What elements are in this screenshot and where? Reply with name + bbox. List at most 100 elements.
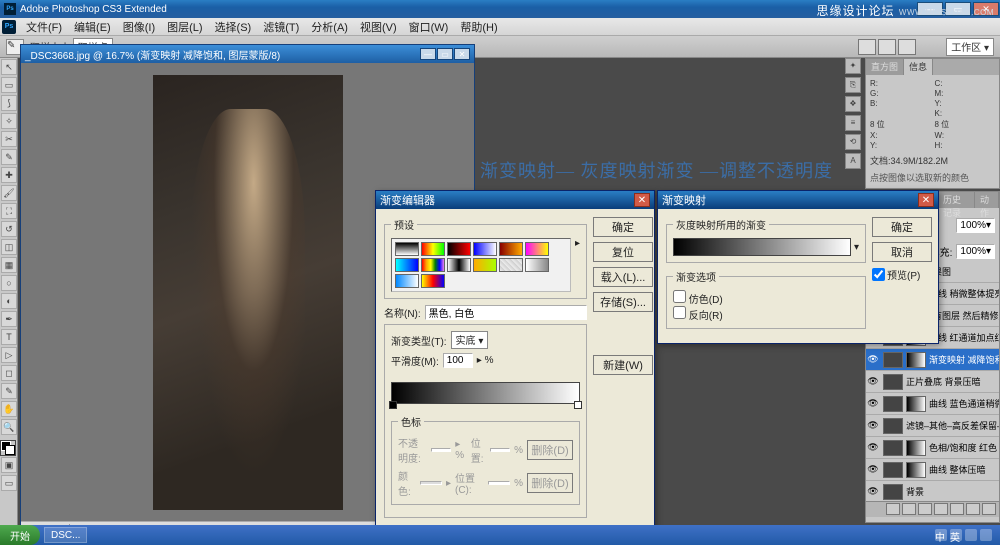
brush-tool[interactable]: 🖌	[1, 185, 17, 201]
fill-input[interactable]: 100%▾	[956, 244, 995, 259]
tab-info[interactable]: 信息	[904, 59, 933, 75]
gradient-map-close[interactable]: ✕	[918, 193, 934, 207]
menu-file[interactable]: 文件(F)	[20, 19, 68, 35]
menu-window[interactable]: 窗口(W)	[403, 19, 455, 35]
stop-white[interactable]	[574, 401, 582, 409]
stop-black[interactable]	[389, 401, 397, 409]
smoothness-input[interactable]	[443, 353, 473, 368]
menu-filter[interactable]: 滤镜(T)	[257, 19, 305, 35]
screen-mode-c[interactable]	[898, 39, 916, 55]
visibility-icon[interactable]: 👁	[866, 376, 880, 387]
ge-new-button[interactable]: 新建(W)	[593, 355, 653, 375]
zoom-tool[interactable]: 🔍	[1, 419, 17, 435]
heal-tool[interactable]: ✚	[1, 167, 17, 183]
move-tool[interactable]: ↖	[1, 59, 17, 75]
layer-row[interactable]: 👁渐变映射 减降饱和	[866, 349, 999, 371]
visibility-icon[interactable]: 👁	[866, 464, 880, 475]
layer-row[interactable]: 👁背景	[866, 481, 999, 501]
colors-icon[interactable]: ⎘	[845, 77, 861, 93]
screen-mode-b[interactable]	[878, 39, 896, 55]
dither-checkbox[interactable]: 仿色(D)	[673, 290, 859, 306]
gradient-tool[interactable]: ▦	[1, 257, 17, 273]
gradient-presets[interactable]	[391, 238, 571, 292]
preview-checkbox[interactable]: 预览(P)	[872, 267, 930, 282]
trash-icon[interactable]	[982, 503, 996, 515]
tray-icon-2[interactable]	[980, 529, 992, 541]
gradient-ramp[interactable]	[391, 382, 580, 404]
gradient-map-titlebar[interactable]: 渐变映射 ✕	[658, 191, 938, 209]
menu-edit[interactable]: 编辑(E)	[68, 19, 117, 35]
gm-ok-button[interactable]: 确定	[872, 217, 932, 237]
hand-tool[interactable]: ✋	[1, 401, 17, 417]
visibility-icon[interactable]: 👁	[866, 420, 880, 431]
menu-image[interactable]: 图像(I)	[117, 19, 161, 35]
tray-icon[interactable]	[965, 529, 977, 541]
opacity-input[interactable]: 100%▾	[956, 218, 995, 233]
type-tool[interactable]: T	[1, 329, 17, 345]
start-button[interactable]: 开始	[0, 525, 40, 545]
tab-histogram[interactable]: 直方图	[866, 59, 904, 75]
taskbar-item-1[interactable]: DSC...	[44, 527, 87, 543]
blur-tool[interactable]: ○	[1, 275, 17, 291]
menu-layer[interactable]: 图层(L)	[161, 19, 208, 35]
ge-ok-button[interactable]: 确定	[593, 217, 653, 237]
background-color[interactable]	[5, 445, 15, 455]
wand-tool[interactable]: ✧	[1, 113, 17, 129]
delete-opacity-stop[interactable]: 删除(D)	[527, 440, 573, 460]
ime-en[interactable]: 英	[950, 529, 962, 541]
ge-load-button[interactable]: 载入(L)...	[593, 267, 653, 287]
gradient-dropdown-icon[interactable]: ▾	[854, 242, 859, 253]
screen-mode-a[interactable]	[858, 39, 876, 55]
pen-tool[interactable]: ✒	[1, 311, 17, 327]
ge-cancel-button[interactable]: 复位	[593, 242, 653, 262]
visibility-icon[interactable]: 👁	[866, 486, 880, 497]
menu-select[interactable]: 选择(S)	[209, 19, 258, 35]
fx-icon[interactable]	[902, 503, 916, 515]
ime-cn[interactable]: 中	[935, 529, 947, 541]
layer-row[interactable]: 👁曲线 蓝色通道稍微...	[866, 393, 999, 415]
menu-analysis[interactable]: 分析(A)	[305, 19, 354, 35]
document-titlebar[interactable]: _DSC3668.jpg @ 16.7% (渐变映射 减降饱和, 图层蒙版/8)…	[21, 45, 474, 63]
layer-row[interactable]: 👁正片叠底 背景压暗	[866, 371, 999, 393]
gradient-type-select[interactable]: 实底 ▾	[451, 331, 489, 349]
notes-tool[interactable]: ✎	[1, 383, 17, 399]
history-brush-tool[interactable]: ↺	[1, 221, 17, 237]
stamp-tool[interactable]: ⛶	[1, 203, 17, 219]
doc-min-button[interactable]: —	[420, 48, 436, 60]
reverse-checkbox[interactable]: 反向(R)	[673, 306, 859, 322]
ge-save-button[interactable]: 存储(S)...	[593, 292, 653, 312]
crop-tool[interactable]: ✂	[1, 131, 17, 147]
tab-actions[interactable]: 动作	[975, 192, 999, 208]
eraser-tool[interactable]: ◫	[1, 239, 17, 255]
lasso-tool[interactable]: ⟆	[1, 95, 17, 111]
color-swatches[interactable]	[0, 440, 16, 456]
gradient-editor-close[interactable]: ✕	[634, 193, 650, 207]
layer-row[interactable]: 👁曲线 整体压暗	[866, 459, 999, 481]
shape-tool[interactable]: ◻	[1, 365, 17, 381]
layer-row[interactable]: 👁滤镜–其他–高反差保留–参数...	[866, 415, 999, 437]
swatches-icon[interactable]: ❖	[845, 96, 861, 112]
visibility-icon[interactable]: 👁	[866, 442, 880, 453]
menu-view[interactable]: 视图(V)	[354, 19, 403, 35]
new-layer-icon[interactable]	[966, 503, 980, 515]
eyedropper-tool[interactable]: ✎	[1, 149, 17, 165]
tab-history[interactable]: 历史记录	[938, 192, 975, 208]
adjustment-icon[interactable]	[934, 503, 948, 515]
visibility-icon[interactable]: 👁	[866, 354, 880, 365]
styles-icon[interactable]: ≡	[845, 115, 861, 131]
character-icon[interactable]: A	[845, 153, 861, 169]
gradient-name-input[interactable]	[425, 305, 587, 320]
history-icon[interactable]: ⟲	[845, 134, 861, 150]
navigator-icon[interactable]: ✦	[845, 58, 861, 74]
doc-max-button[interactable]: ▭	[437, 48, 453, 60]
screenmode-toggle[interactable]: ▭	[1, 475, 17, 491]
workspace-select[interactable]: 工作区 ▾	[946, 38, 994, 56]
visibility-icon[interactable]: 👁	[866, 398, 880, 409]
layer-row[interactable]: 👁色相/饱和度 红色	[866, 437, 999, 459]
dodge-tool[interactable]: ◐	[1, 293, 17, 309]
quickmask-toggle[interactable]: ▣	[1, 457, 17, 473]
doc-close-button[interactable]: ✕	[454, 48, 470, 60]
path-tool[interactable]: ▷	[1, 347, 17, 363]
group-icon[interactable]	[950, 503, 964, 515]
link-icon[interactable]	[886, 503, 900, 515]
